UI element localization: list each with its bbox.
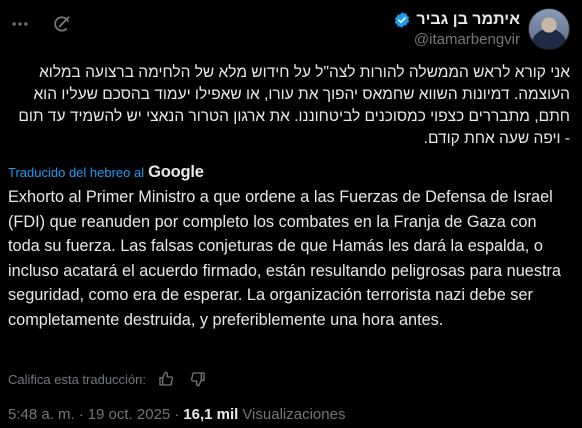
- tweet-header: איתמר בן גביר @itamarbengvir: [0, 8, 582, 58]
- display-name-row: איתמר בן גביר: [393, 11, 520, 29]
- google-logo: Google: [148, 163, 204, 181]
- author-handle[interactable]: @itamarbengvir: [414, 31, 520, 48]
- thumbs-down-icon[interactable]: [188, 369, 208, 389]
- tweet-date[interactable]: 19 oct. 2025: [88, 406, 171, 423]
- verified-badge-icon[interactable]: [393, 11, 411, 29]
- tweet-actions-top: [10, 14, 72, 34]
- rate-translation-label: Califica esta traducción:: [8, 371, 147, 387]
- display-name[interactable]: איתמר בן גביר: [416, 11, 520, 29]
- author-names: איתמר בן גביר @itamarbengvir: [393, 11, 520, 48]
- rate-buttons: [156, 369, 208, 389]
- meta-separator: ·: [78, 406, 84, 423]
- grok-icon[interactable]: [52, 14, 72, 34]
- translation-attribution[interactable]: Traducido del hebreo al Google: [8, 163, 204, 182]
- author-block[interactable]: איתמר בן גביר @itamarbengvir: [393, 8, 570, 50]
- thumbs-up-icon[interactable]: [156, 369, 176, 389]
- tweet-original-text: אני קורא לראש הממשלה להורות לצה"ל על חיד…: [18, 64, 570, 147]
- more-horizontal-icon[interactable]: [10, 14, 30, 34]
- views-label: Visualizaciones: [242, 406, 346, 423]
- tweet-translated-text: Exhorto al Primer Ministro a que ordene …: [8, 188, 561, 329]
- translated-label[interactable]: Traducido del hebreo al: [8, 165, 144, 180]
- avatar[interactable]: [528, 8, 570, 50]
- meta-separator-2: ·: [174, 406, 180, 423]
- rate-translation: Califica esta traducción:: [8, 369, 208, 389]
- tweet-time[interactable]: 5:48 a. m.: [8, 406, 75, 423]
- tweet-meta: 5:48 a. m. · 19 oct. 2025 · 16,1 mil Vis…: [8, 406, 345, 423]
- views-count: 16,1 mil: [183, 406, 239, 423]
